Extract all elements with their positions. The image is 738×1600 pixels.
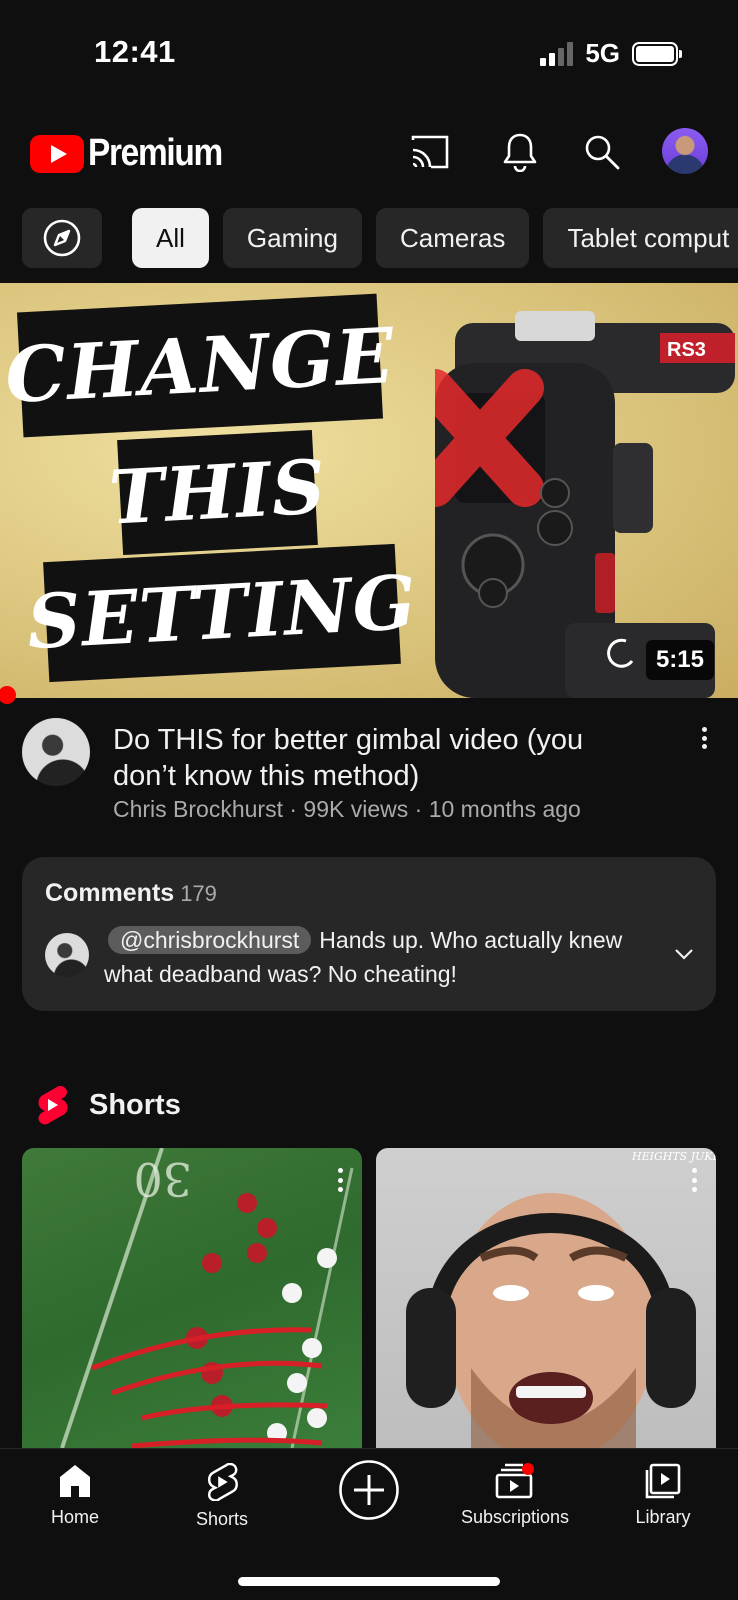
home-indicator[interactable] (238, 1577, 500, 1586)
nav-library[interactable]: Library (588, 1463, 738, 1528)
comment-text: @chrisbrockhurst Hands up. Who actually k… (104, 923, 649, 991)
thumbnail-text: SETTING (25, 543, 419, 683)
short-video-card[interactable]: 30 (22, 1148, 362, 1448)
create-button[interactable] (294, 1459, 444, 1521)
nav-subscriptions-label: Subscriptions (460, 1507, 570, 1527)
football-play-image: 30 (60, 1148, 354, 1448)
plus-circle-icon (339, 1460, 399, 1520)
chip-gaming[interactable]: Gaming (222, 208, 362, 268)
signal-icon (540, 41, 574, 66)
thumbnail-text: CHANGE (3, 293, 397, 438)
video-thumbnail[interactable]: CHANGE THIS SETTING RS3 5:15 (0, 283, 738, 698)
nav-home-label: Home (50, 1507, 99, 1527)
youtube-play-icon (30, 134, 84, 173)
nav-shorts-label: Shorts (195, 1509, 249, 1529)
avatar[interactable] (662, 128, 708, 174)
video-duration: 5:15 (645, 640, 714, 680)
video-metadata: Chris Brockhurst · 99K views · 10 months… (113, 796, 581, 822)
home-icon (60, 1465, 90, 1497)
shorts-icon (207, 1463, 238, 1501)
chip-cameras[interactable]: Cameras (375, 208, 530, 268)
logo-text: Premium (88, 132, 223, 174)
gimbal-label: RS3 (667, 339, 706, 361)
shorts-title: Shorts (89, 1088, 181, 1121)
chip-tablet-computers[interactable]: Tablet comput (543, 208, 738, 268)
top-app-bar: Premium (0, 118, 738, 188)
commenter-avatar (45, 933, 89, 977)
library-icon (645, 1463, 681, 1499)
status-time: 12:41 (94, 34, 176, 69)
bell-icon[interactable] (496, 128, 544, 176)
thumbnail-text: THIS (107, 429, 328, 556)
chevron-down-icon[interactable] (674, 947, 694, 965)
field-yard-number: 30 (133, 1152, 192, 1206)
shorts-icon (38, 1086, 68, 1125)
status-indicators: 5G (540, 38, 682, 69)
nav-shorts[interactable]: Shorts (147, 1463, 297, 1530)
compass-icon (43, 219, 81, 257)
channel-avatar[interactable] (22, 718, 90, 786)
network-type: 5G (585, 38, 620, 68)
commenter-handle: @chrisbrockhurst (108, 926, 312, 954)
search-icon[interactable] (578, 128, 626, 176)
nav-subscriptions[interactable]: Subscriptions (440, 1463, 590, 1528)
nav-home[interactable]: Home (0, 1463, 150, 1528)
battery-icon (632, 41, 682, 66)
more-options-icon[interactable] (692, 724, 716, 752)
comments-count: 179 (180, 881, 217, 906)
short-video-card[interactable]: HEIGHTS JUKES (376, 1148, 716, 1448)
comments-label: Comments (45, 879, 175, 907)
gimbal-image: RS3 (435, 311, 735, 698)
progress-scrubber[interactable] (0, 686, 16, 704)
nav-library-label: Library (635, 1507, 691, 1527)
status-bar: 12:41 5G (0, 0, 738, 100)
person-with-headphones-image: HEIGHTS JUKES (406, 1150, 716, 1448)
chip-all[interactable]: All (132, 208, 209, 268)
subscriptions-icon (495, 1463, 534, 1499)
bottom-navigation: Home Shorts Subscriptions Library (0, 1448, 738, 1600)
video-title[interactable]: Do THIS for better gimbal video (you don… (113, 722, 633, 794)
more-options-icon[interactable] (338, 1168, 346, 1192)
comments-teaser[interactable]: Comments 179 @chrisbrockhurst Hands up. Wh… (22, 857, 716, 1011)
loading-spinner-icon (607, 638, 634, 668)
video-details[interactable]: Do THIS for better gimbal video (you don… (22, 718, 722, 828)
more-options-icon[interactable] (692, 1168, 700, 1192)
watermark-text: HEIGHTS JUKES (631, 1150, 716, 1163)
cast-icon[interactable] (406, 128, 454, 176)
filter-chips: All Gaming Cameras Tablet comput (22, 208, 738, 268)
youtube-premium-logo[interactable]: Premium (30, 132, 240, 175)
explore-button[interactable] (22, 208, 102, 268)
shorts-header: Shorts (35, 1085, 181, 1125)
comments-header: Comments 179 (45, 879, 217, 908)
